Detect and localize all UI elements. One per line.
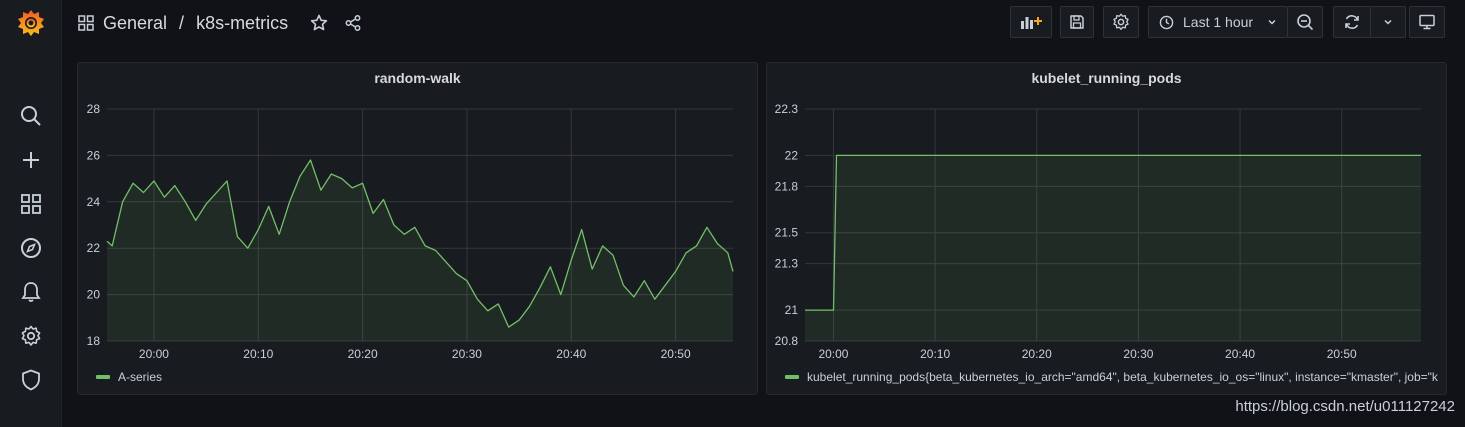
dashboards-icon[interactable]: [19, 192, 43, 216]
explore-compass-icon[interactable]: [19, 236, 43, 260]
y-tick-label: 20.8: [775, 334, 799, 348]
time-range-picker[interactable]: Last 1 hour: [1148, 6, 1288, 38]
time-range-label: Last 1 hour: [1183, 14, 1254, 30]
refresh-icon: [1343, 13, 1361, 31]
panel-random-walk[interactable]: random-walk 18 20 22 24 26 28 20:00 20:10 20:20 2…: [77, 62, 758, 395]
y-tick-label: 22.3: [775, 102, 799, 116]
grafana-logo-icon[interactable]: [17, 8, 45, 38]
panel-kubelet-running-pods[interactable]: kubelet_running_pods 20.8 21 21.3 21.5 21.8 2…: [766, 62, 1447, 395]
add-panel-button[interactable]: [1010, 6, 1052, 38]
watermark: https://blog.csdn.net/u011127242: [1235, 398, 1455, 415]
legend-swatch: [96, 375, 110, 379]
server-admin-shield-icon[interactable]: [19, 368, 43, 392]
legend-label[interactable]: A-series: [118, 370, 162, 384]
add-panel-icon: [1019, 14, 1043, 30]
kubelet-running-pods-chart[interactable]: 20.8 21 21.3 21.5 21.8 22 22.3 20:00 20:10 20:20 2…: [767, 63, 1448, 396]
x-tick-label: 20:00: [818, 347, 848, 361]
y-tick-label: 21.8: [775, 179, 799, 193]
legend: kubelet_running_pods{beta_kubernetes_io_…: [785, 370, 1438, 384]
chevron-down-icon: [1267, 17, 1277, 27]
x-tick-label: 20:50: [661, 347, 691, 361]
x-tick-label: 20:30: [1123, 347, 1153, 361]
dashboard-title-link[interactable]: k8s-metrics: [196, 13, 288, 34]
y-tick-label: 26: [87, 148, 101, 162]
y-tick-label: 21: [785, 303, 799, 317]
refresh-interval-dropdown[interactable]: [1370, 6, 1406, 38]
breadcrumb: General / k8s-metrics: [78, 10, 288, 36]
x-tick-label: 20:10: [243, 347, 273, 361]
save-dashboard-button[interactable]: [1060, 6, 1094, 38]
x-tick-label: 20:40: [556, 347, 586, 361]
breadcrumb-separator: /: [179, 12, 185, 33]
plus-icon[interactable]: [19, 148, 43, 172]
legend-label[interactable]: kubelet_running_pods{beta_kubernetes_io_…: [807, 370, 1438, 384]
share-icon[interactable]: [342, 12, 364, 34]
y-tick-label: 21.3: [775, 257, 799, 271]
monitor-icon: [1418, 13, 1436, 31]
settings-gear-icon: [1112, 13, 1130, 31]
y-tick-label: 24: [87, 195, 101, 209]
dashboard-grid-icon: [78, 15, 94, 31]
y-tick-label: 20: [87, 288, 101, 302]
x-tick-label: 20:20: [348, 347, 378, 361]
x-tick-label: 20:50: [1327, 347, 1357, 361]
legend-swatch: [785, 375, 799, 379]
x-tick-label: 20:10: [920, 347, 950, 361]
view-mode-button[interactable]: [1409, 6, 1445, 38]
star-icon[interactable]: [308, 12, 330, 34]
y-tick-label: 28: [87, 102, 101, 116]
sidebar: [0, 0, 62, 427]
y-tick-label: 22: [87, 241, 101, 255]
configuration-gear-icon[interactable]: [19, 324, 43, 348]
dashboard-navbar: General / k8s-metrics Last 1 hour: [62, 0, 1465, 46]
clock-icon: [1159, 15, 1174, 30]
dashboard-settings-button[interactable]: [1103, 6, 1139, 38]
x-tick-label: 20:00: [139, 347, 169, 361]
y-tick-label: 22: [785, 148, 799, 162]
search-icon[interactable]: [19, 104, 43, 128]
x-tick-label: 20:20: [1022, 347, 1052, 361]
series-area: [805, 155, 1421, 341]
x-tick-label: 20:30: [452, 347, 482, 361]
x-tick-label: 20:40: [1225, 347, 1255, 361]
save-icon: [1069, 14, 1085, 30]
legend: A-series: [96, 370, 162, 384]
refresh-button[interactable]: [1333, 6, 1371, 38]
series-area: [107, 160, 733, 341]
y-tick-label: 18: [87, 334, 101, 348]
breadcrumb-folder-link[interactable]: General: [103, 13, 167, 34]
chevron-down-icon: [1383, 17, 1393, 27]
random-walk-chart[interactable]: 18 20 22 24 26 28 20:00 20:10 20:20 20:30 20:40 20:…: [78, 63, 759, 396]
zoom-out-button[interactable]: [1287, 6, 1323, 38]
zoom-out-icon: [1296, 13, 1314, 31]
alerting-bell-icon[interactable]: [19, 280, 43, 304]
y-tick-label: 21.5: [775, 226, 799, 240]
